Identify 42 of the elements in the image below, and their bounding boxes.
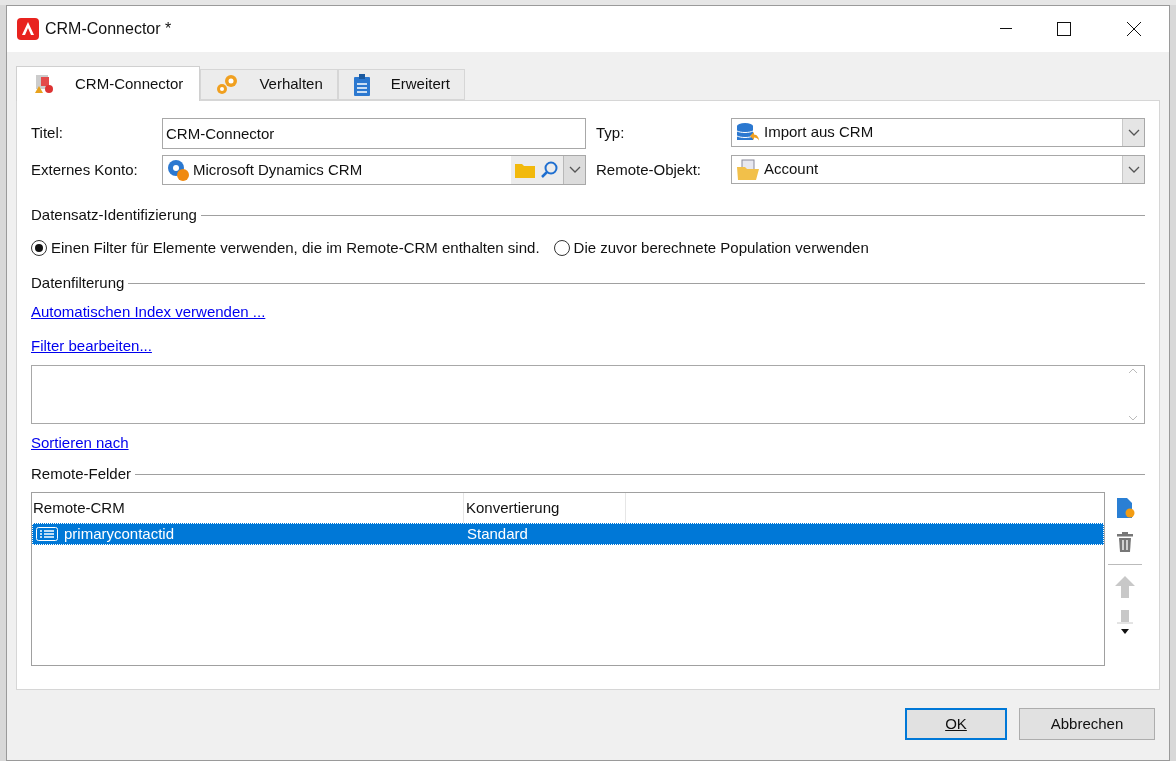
list-icon: [36, 527, 58, 541]
dialog-button[interactable]: OK: [905, 708, 1007, 740]
scroll-up-icon[interactable]: [1128, 368, 1138, 374]
list-row[interactable]: primarycontactid Standard: [32, 523, 1104, 545]
filter-text-area[interactable]: [31, 365, 1145, 424]
clipboard-icon: [352, 73, 371, 96]
title-field[interactable]: CRM-Connector: [162, 118, 586, 149]
section-heading: Datenfilterung: [31, 272, 125, 293]
search-icon[interactable]: [541, 161, 559, 179]
close-icon: [1127, 22, 1141, 36]
section-heading: Remote-Felder: [31, 463, 132, 484]
field-label: Typ:: [596, 123, 626, 143]
type-dropdown[interactable]: Import aus CRM: [731, 118, 1145, 147]
remote-object-dropdown[interactable]: Account: [731, 155, 1145, 184]
folder-documents-icon: [736, 158, 760, 181]
account-field[interactable]: Microsoft Dynamics CRM: [162, 155, 586, 185]
radio-button[interactable]: [31, 240, 47, 256]
link[interactable]: Filter bearbeiten...: [31, 334, 152, 358]
minimize-icon: [1000, 28, 1012, 30]
field-label: Titel:: [31, 123, 64, 143]
gears-icon: [215, 73, 240, 96]
field-label: Remote-Objekt:: [596, 160, 703, 180]
radio-label[interactable]: Einen Filter für Elemente verwenden, die im Remote-CRM enthalten sind.: [51, 236, 540, 260]
field-label: Externes Konto:: [31, 160, 139, 180]
link[interactable]: Sortieren nach: [31, 431, 129, 455]
tab[interactable]: Verhalten: [200, 69, 338, 100]
chevron-down-icon: [1127, 128, 1140, 137]
link[interactable]: Automatischen Index verwenden ...: [31, 300, 266, 324]
radio-button[interactable]: [553, 240, 570, 256]
chevron-down-icon: [568, 166, 581, 174]
connector-icon: [33, 73, 55, 95]
tab[interactable]: CRM-Connector: [16, 66, 201, 101]
scroll-down-icon[interactable]: [1128, 415, 1138, 421]
radio-label[interactable]: Die zuvor berechnete Population verwenden: [573, 236, 869, 260]
app-logo-icon: [17, 18, 39, 40]
tab[interactable]: Erweitert: [337, 69, 465, 100]
folder-icon[interactable]: [515, 162, 535, 178]
chevron-down-icon: [1127, 165, 1140, 174]
window-title: CRM-Connector *: [45, 19, 172, 39]
section-heading: Datensatz-Identifizierung: [31, 204, 197, 225]
dialog-button[interactable]: Abbrechen: [1019, 708, 1155, 740]
maximize-icon: [1057, 22, 1071, 36]
